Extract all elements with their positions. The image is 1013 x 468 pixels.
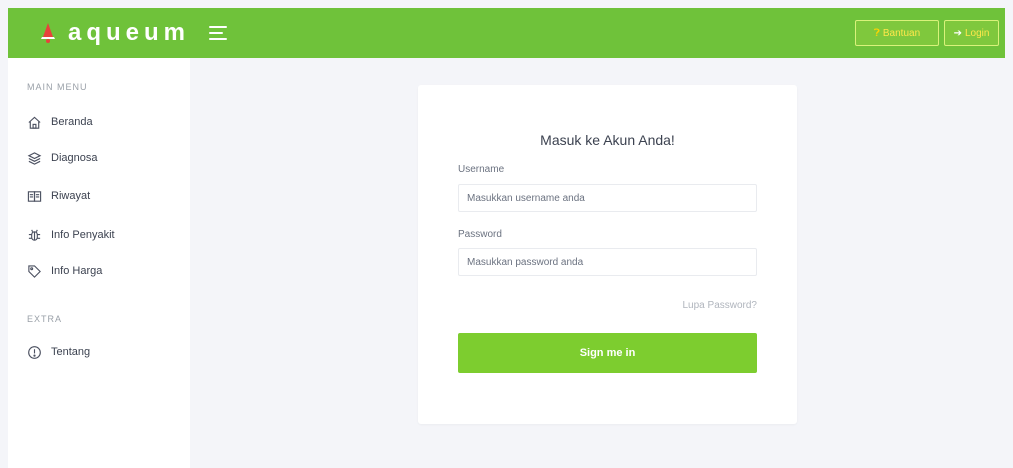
username-label: Username [458,164,505,175]
login-card: Masuk ke Akun Anda! Username Password Lu… [418,85,797,424]
layers-icon [27,151,42,165]
sidebar-item-riwayat[interactable]: Riwayat [27,185,90,207]
username-input[interactable] [458,184,757,212]
top-navbar: aqueum ❓︎ Bantuan ➔ Login [8,8,1005,58]
sign-in-button[interactable]: Sign me in [458,333,757,373]
sidebar-item-info-harga[interactable]: Info Harga [27,260,102,282]
password-label: Password [458,229,502,240]
tag-icon [28,264,41,278]
login-title: Masuk ke Akun Anda! [540,132,675,148]
sidebar-item-tentang[interactable]: Tentang [27,341,90,363]
question-circle-icon: ❓︎ [873,27,880,39]
login-button[interactable]: ➔ Login [944,20,999,46]
brand-name[interactable]: aqueum [68,19,190,47]
forgot-password-link[interactable]: Lupa Password? [683,300,758,311]
sidebar: MAIN MENU Beranda Diagnosa Riwayat Info … [8,58,190,468]
help-button-label: Bantuan [882,27,921,39]
sidebar-item-label: Info Harga [51,265,103,277]
help-button[interactable]: ❓︎ Bantuan [855,20,939,46]
sidebar-item-label: Info Penyakit [51,229,115,241]
sidebar-item-diagnosa[interactable]: Diagnosa [27,147,97,169]
bell-icon[interactable] [36,21,60,45]
sign-in-icon: ➔ [953,27,962,39]
extra-title: EXTRA [27,314,63,324]
sidebar-item-info-penyakit[interactable]: Info Penyakit [27,224,115,246]
home-icon [28,116,41,129]
info-icon [28,345,41,359]
main-menu-title: MAIN MENU [27,82,88,92]
sidebar-item-beranda[interactable]: Beranda [27,111,93,133]
sidebar-item-label: Beranda [51,116,93,128]
book-icon [27,190,42,202]
login-button-label: Login [964,27,990,39]
sidebar-item-label: Diagnosa [51,152,98,164]
bug-icon [28,229,41,241]
password-input[interactable] [458,248,757,276]
sidebar-item-label: Tentang [51,346,91,358]
sidebar-item-label: Riwayat [51,190,91,202]
hamburger-menu-icon[interactable] [209,26,227,40]
